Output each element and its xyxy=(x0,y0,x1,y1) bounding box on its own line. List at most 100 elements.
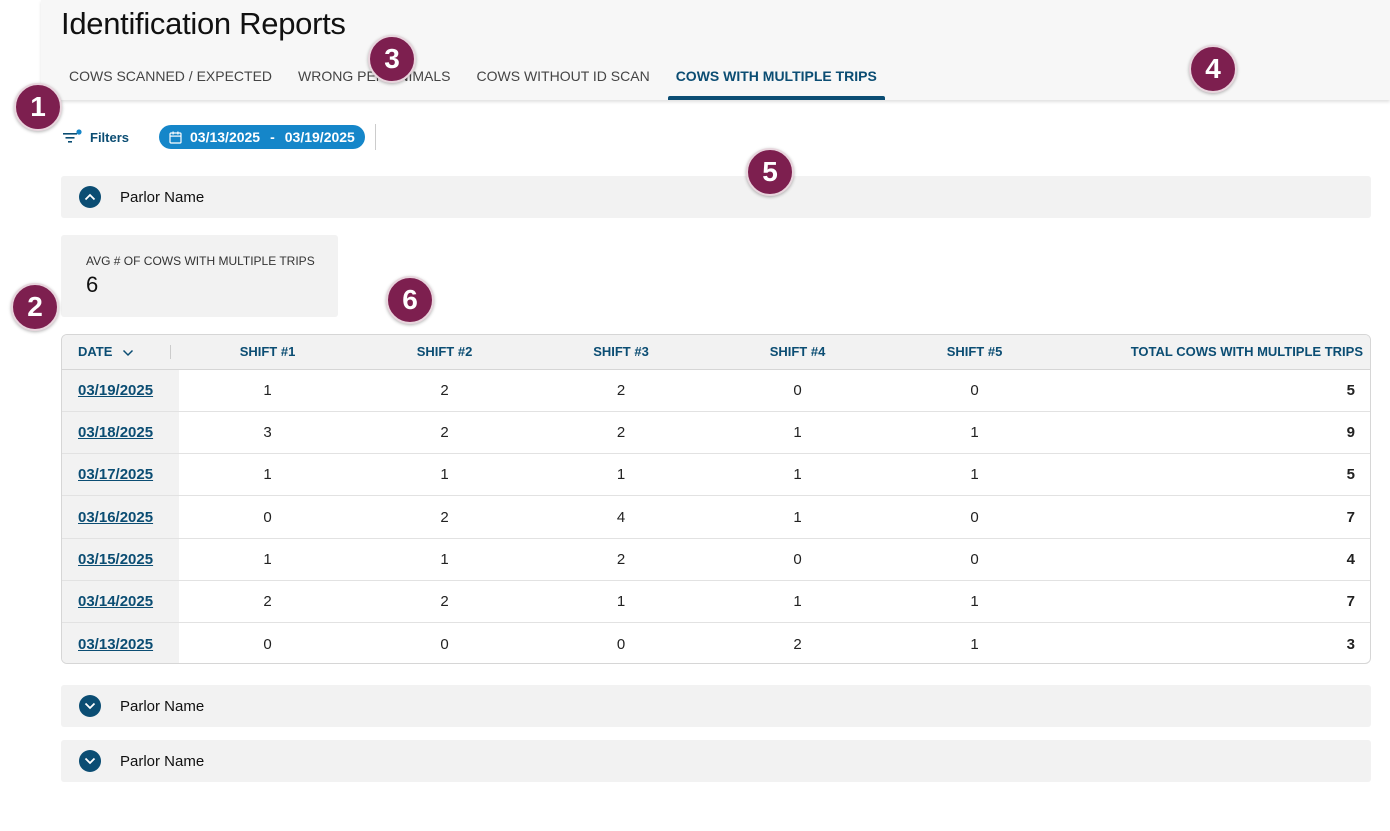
date-link[interactable]: 03/16/2025 xyxy=(78,509,153,526)
shift-4-cell: 2 xyxy=(793,635,802,653)
total-cell: 3 xyxy=(1346,635,1355,653)
table-row: 03/15/2025 1 1 2 0 0 4 xyxy=(62,538,1370,581)
total-header: TOTAL COWS WITH MULTIPLE TRIPS xyxy=(1063,335,1370,370)
shift-1-cell: 3 xyxy=(179,411,356,455)
filters-button[interactable]: Filters xyxy=(62,129,129,145)
shift-5-cell: 0 xyxy=(886,495,1063,539)
table-row: 03/14/2025 2 2 1 1 1 7 xyxy=(62,580,1370,624)
filter-bar: Filters 03/13/2025 - 03/19/2025 xyxy=(62,124,376,150)
shift-5-cell: 1 xyxy=(886,411,1063,455)
calendar-icon xyxy=(169,131,182,144)
report-tabs: COWS SCANNED / EXPECTED WRONG PEN ANIMAL… xyxy=(61,60,895,100)
date-link[interactable]: 03/15/2025 xyxy=(78,551,153,568)
annotation-marker-4: 4 xyxy=(1189,45,1237,93)
shift-3-cell: 2 xyxy=(533,538,709,581)
shift-2-cell: 2 xyxy=(356,411,533,455)
parlor-section-header-3[interactable]: Parlor Name xyxy=(61,740,1371,782)
shift-4-cell: 0 xyxy=(709,538,886,581)
tab-cows-with-multiple-trips[interactable]: COWS WITH MULTIPLE TRIPS xyxy=(667,60,886,100)
table-row: 03/16/2025 0 2 4 1 0 7 xyxy=(62,495,1370,539)
total-cell: 5 xyxy=(1063,453,1370,497)
date-cell: 03/13/2025 xyxy=(62,622,179,663)
shift-1-cell: 0 xyxy=(179,495,356,539)
shift-1-cell: 0 xyxy=(263,635,272,653)
date-header-label: DATE xyxy=(78,344,113,360)
parlor-section-header-1[interactable]: Parlor Name xyxy=(61,176,1371,218)
shift-4-cell: 1 xyxy=(709,495,886,539)
shift-4-cell: 1 xyxy=(709,411,886,455)
table-body: 03/19/2025 1 2 2 0 0 5 03/18/2025 3 2 2 1 1 9 03/17/20… xyxy=(62,369,1370,663)
shift-5-cell: 0 xyxy=(886,538,1063,581)
shift-2-cell: 2 xyxy=(356,580,533,624)
stat-value: 6 xyxy=(86,272,99,297)
shift-4-header: SHIFT #4 xyxy=(709,335,886,370)
chevron-down-icon[interactable] xyxy=(79,750,101,772)
parlor-name: Parlor Name xyxy=(120,188,205,206)
shift-2-cell: 2 xyxy=(356,495,533,539)
chevron-down-icon[interactable] xyxy=(79,695,101,717)
chevron-down-icon[interactable] xyxy=(122,349,134,357)
date-column-header[interactable]: DATE xyxy=(62,335,179,370)
date-cell: 03/14/2025 xyxy=(62,580,179,624)
shift-4-cell: 0 xyxy=(709,369,886,412)
annotation-marker-1: 1 xyxy=(14,83,62,131)
annotation-marker-2: 2 xyxy=(11,283,59,331)
date-cell: 03/16/2025 xyxy=(62,495,179,539)
shift-1-header: SHIFT #1 xyxy=(179,335,356,370)
date-link[interactable]: 03/13/2025 xyxy=(78,636,153,653)
tab-cows-scanned-expected[interactable]: COWS SCANNED / EXPECTED xyxy=(61,60,280,100)
total-cell: 9 xyxy=(1063,411,1370,455)
shift-2-cell: 2 xyxy=(356,369,533,412)
shift-3-cell: 1 xyxy=(533,453,709,497)
stat-label: AVG # OF COWS WITH MULTIPLE TRIPS xyxy=(86,254,315,268)
avg-multiple-trips-card: AVG # OF COWS WITH MULTIPLE TRIPS 6 xyxy=(61,235,338,317)
date-cell: 03/15/2025 xyxy=(62,538,179,581)
date-link[interactable]: 03/19/2025 xyxy=(78,382,153,399)
parlor-name: Parlor Name xyxy=(120,697,205,715)
shift-3-cell: 0 xyxy=(616,635,626,653)
annotation-marker-3: 3 xyxy=(368,35,416,83)
annotation-marker-5: 5 xyxy=(746,148,794,196)
date-cell: 03/19/2025 xyxy=(62,369,179,412)
table-row: 03/13/2025 0 0 0 2 1 3 xyxy=(62,622,1370,663)
shift-3-cell: 4 xyxy=(533,495,709,539)
header: Identification Reports COWS SCANNED / EX… xyxy=(41,0,1390,100)
date-link[interactable]: 03/18/2025 xyxy=(78,424,153,441)
page: Identification Reports COWS SCANNED / EX… xyxy=(0,0,1390,831)
shift-5-header: SHIFT #5 xyxy=(886,335,1063,370)
shift-5-cell: 1 xyxy=(970,635,979,653)
total-cell: 7 xyxy=(1063,495,1370,539)
date-cell: 03/17/2025 xyxy=(62,453,179,497)
shift-5-cell: 1 xyxy=(886,453,1063,497)
date-link[interactable]: 03/17/2025 xyxy=(78,466,153,483)
table-row: 03/19/2025 1 2 2 0 0 5 xyxy=(62,369,1370,412)
table-row: 03/18/2025 3 2 2 1 1 9 xyxy=(62,411,1370,455)
shift-1-cell: 1 xyxy=(179,538,356,581)
shift-5-cell: 0 xyxy=(886,369,1063,412)
chevron-up-icon[interactable] xyxy=(79,186,101,208)
tab-cows-without-id-scan[interactable]: COWS WITHOUT ID SCAN xyxy=(469,60,658,100)
shift-3-cell: 2 xyxy=(533,369,709,412)
parlor-name: Parlor Name xyxy=(120,752,205,770)
total-cell: 7 xyxy=(1063,580,1370,624)
date-cell: 03/18/2025 xyxy=(62,411,179,455)
shift-1-cell: 1 xyxy=(179,453,356,497)
shift-5-cell: 1 xyxy=(886,580,1063,624)
date-range-chip[interactable]: 03/13/2025 - 03/19/2025 xyxy=(159,125,365,149)
page-title: Identification Reports xyxy=(61,6,346,41)
date-range-end: 03/19/2025 xyxy=(284,129,355,145)
date-range-separator: - xyxy=(270,129,275,145)
parlor-section-header-2[interactable]: Parlor Name xyxy=(61,685,1371,727)
total-cell: 5 xyxy=(1063,369,1370,412)
filter-icon xyxy=(63,129,82,143)
column-resize-handle[interactable] xyxy=(170,345,171,359)
date-range-start: 03/13/2025 xyxy=(190,129,261,145)
shift-2-cell: 1 xyxy=(356,538,533,581)
shift-2-cell: 0 xyxy=(440,635,449,653)
date-link[interactable]: 03/14/2025 xyxy=(78,593,153,610)
shift-3-header: SHIFT #3 xyxy=(533,335,709,370)
shift-3-cell: 1 xyxy=(533,580,709,624)
table-header-row: DATE SHIFT #1 SHIFT #2 SHIFT #3 SHIFT #4… xyxy=(62,335,1370,370)
shift-1-cell: 2 xyxy=(179,580,356,624)
shift-2-header: SHIFT #2 xyxy=(356,335,533,370)
